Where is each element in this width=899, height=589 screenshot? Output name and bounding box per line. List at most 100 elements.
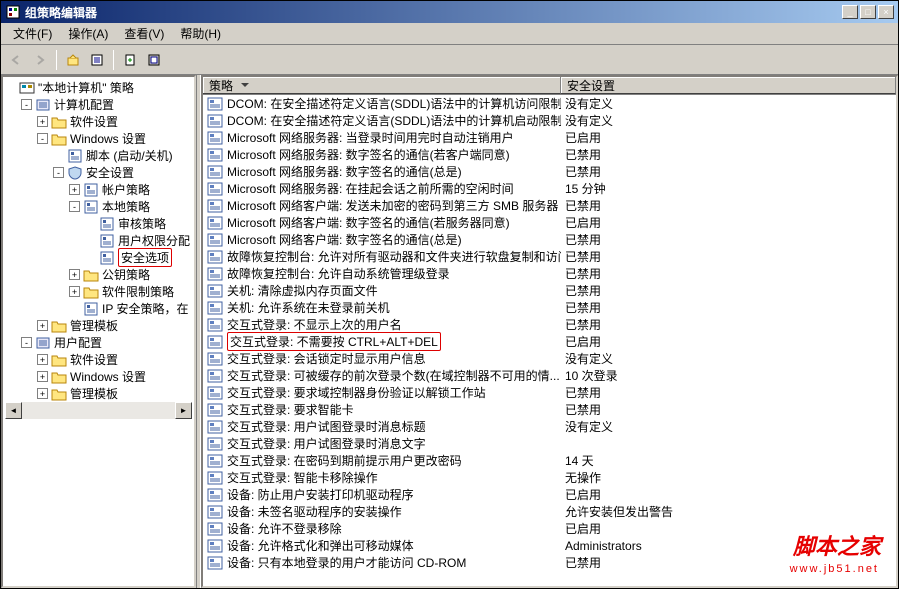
policy-row[interactable]: Microsoft 网络服务器: 数字签名的通信(若客户端同意)已禁用	[203, 146, 896, 163]
policy-row[interactable]: 交互式登录: 用户试图登录时消息文字	[203, 435, 896, 452]
policy-icon	[207, 114, 223, 128]
policy-cell: Microsoft 网络服务器: 在挂起会话之前所需的空闲时间	[203, 180, 561, 197]
tree-node-icon	[51, 132, 67, 146]
tree-software-settings2[interactable]: + 软件设置	[5, 351, 192, 368]
policy-row[interactable]: 关机: 清除虚拟内存页面文件已禁用	[203, 282, 896, 299]
tree-expander-icon[interactable]: +	[37, 388, 48, 399]
menu-action[interactable]: 操作(A)	[60, 23, 116, 44]
policy-row[interactable]: 设备: 允许格式化和弹出可移动媒体Administrators	[203, 537, 896, 554]
tree-ip-security[interactable]: IP 安全策略，在	[5, 300, 192, 317]
setting-cell: 没有定义	[561, 112, 896, 129]
tree-user-config[interactable]: - 用户配置	[5, 334, 192, 351]
setting-cell: 已禁用	[561, 248, 896, 265]
policy-row[interactable]: 交互式登录: 智能卡移除操作无操作	[203, 469, 896, 486]
tree-root[interactable]: "本地计算机" 策略	[5, 79, 192, 96]
policy-cell: DCOM: 在安全描述符定义语言(SDDL)语法中的计算机访问限制	[203, 95, 561, 112]
policy-cell: 交互式登录: 要求域控制器身份验证以解锁工作站	[203, 384, 561, 401]
tree-expander-icon[interactable]: +	[37, 354, 48, 365]
policy-icon	[207, 182, 223, 196]
tree-expander-icon[interactable]: +	[37, 320, 48, 331]
policy-row[interactable]: 交互式登录: 要求智能卡已禁用	[203, 401, 896, 418]
close-button[interactable]: ×	[878, 5, 894, 19]
tree-account-policies[interactable]: +帐户策略	[5, 181, 192, 198]
policy-row[interactable]: 交互式登录: 不显示上次的用户名已禁用	[203, 316, 896, 333]
menu-file[interactable]: 文件(F)	[5, 23, 60, 44]
policy-row[interactable]: 交互式登录: 可被缓存的前次登录个数(在域控制器不可用的情...10 次登录	[203, 367, 896, 384]
tree-expander-icon[interactable]: +	[69, 269, 80, 280]
tree-scripts[interactable]: 脚本 (启动/关机)	[5, 147, 192, 164]
tree-expander-icon[interactable]: -	[37, 133, 48, 144]
list-panel: 策略 安全设置 DCOM: 在安全描述符定义语言(SDDL)语法中的计算机访问限…	[201, 75, 898, 588]
tree-security-settings[interactable]: -安全设置	[5, 164, 192, 181]
tree-node-icon	[19, 81, 35, 95]
policy-row[interactable]: Microsoft 网络客户端: 发送未加密的密码到第三方 SMB 服务器已禁用	[203, 197, 896, 214]
policy-row[interactable]: DCOM: 在安全描述符定义语言(SDDL)语法中的计算机访问限制没有定义	[203, 95, 896, 112]
policy-row[interactable]: Microsoft 网络服务器: 当登录时间用完时自动注销用户已启用	[203, 129, 896, 146]
tree-expander-icon[interactable]: -	[21, 99, 32, 110]
tree-label: 软件限制策略	[102, 283, 174, 300]
refresh-button[interactable]	[143, 49, 165, 71]
policy-row[interactable]: Microsoft 网络服务器: 数字签名的通信(总是)已禁用	[203, 163, 896, 180]
maximize-button[interactable]: □	[860, 5, 876, 19]
tree-expander-icon[interactable]: +	[37, 116, 48, 127]
tree-admin-templates[interactable]: +管理模板	[5, 317, 192, 334]
menu-view[interactable]: 查看(V)	[116, 23, 172, 44]
policy-cell: Microsoft 网络客户端: 数字签名的通信(总是)	[203, 231, 561, 248]
policy-cell: 交互式登录: 不显示上次的用户名	[203, 316, 561, 333]
setting-cell: 已禁用	[561, 265, 896, 282]
tree-windows-settings[interactable]: -Windows 设置	[5, 130, 192, 147]
tree-security-options[interactable]: 安全选项	[5, 249, 192, 266]
policy-row[interactable]: 故障恢复控制台: 允许对所有驱动器和文件夹进行软盘复制和访问已禁用	[203, 248, 896, 265]
policy-row[interactable]: 设备: 允许不登录移除已启用	[203, 520, 896, 537]
tree-expander-icon[interactable]: -	[53, 167, 64, 178]
tree-label: 软件设置	[70, 351, 118, 368]
tree-expander-icon[interactable]: -	[69, 201, 80, 212]
policy-row[interactable]: 设备: 未签名驱动程序的安装操作允许安装但发出警告	[203, 503, 896, 520]
tree-software-restriction[interactable]: + 软件限制策略	[5, 283, 192, 300]
minimize-button[interactable]: _	[842, 5, 858, 19]
policy-row[interactable]: 交互式登录: 不需要按 CTRL+ALT+DEL已启用	[203, 333, 896, 350]
tree-label: 脚本 (启动/关机)	[86, 147, 173, 164]
policy-row[interactable]: Microsoft 网络服务器: 在挂起会话之前所需的空闲时间15 分钟	[203, 180, 896, 197]
col-setting[interactable]: 安全设置	[561, 77, 896, 94]
tree-expander-icon[interactable]: -	[21, 337, 32, 348]
tree-panel[interactable]: "本地计算机" 策略-计算机配置 + 软件设置 -Windows 设置脚本 (启动/关…	[1, 75, 196, 588]
menu-help[interactable]: 帮助(H)	[172, 23, 229, 44]
tree-label: 公钥策略	[102, 266, 150, 283]
tree-local-policies[interactable]: -本地策略	[5, 198, 192, 215]
tree-scrollbar-h[interactable]: ◄►	[5, 402, 192, 419]
tree-label: 管理模板	[70, 385, 118, 402]
tree-expander-icon[interactable]: +	[69, 184, 80, 195]
tree-user-rights[interactable]: 用户权限分配	[5, 232, 192, 249]
export-button[interactable]	[119, 49, 141, 71]
policy-icon	[207, 454, 223, 468]
policy-row[interactable]: DCOM: 在安全描述符定义语言(SDDL)语法中的计算机启动限制没有定义	[203, 112, 896, 129]
col-policy[interactable]: 策略	[203, 77, 561, 94]
policy-row[interactable]: 关机: 允许系统在未登录前关机已禁用	[203, 299, 896, 316]
tree-audit-policy[interactable]: 审核策略	[5, 215, 192, 232]
tree-public-key[interactable]: + 公钥策略	[5, 266, 192, 283]
policy-row[interactable]: 交互式登录: 在密码到期前提示用户更改密码14 天	[203, 452, 896, 469]
policy-icon	[207, 522, 223, 536]
policy-row[interactable]: 设备: 防止用户安装打印机驱动程序已启用	[203, 486, 896, 503]
tree-expander-icon[interactable]: +	[69, 286, 80, 297]
policy-row[interactable]: 交互式登录: 用户试图登录时消息标题没有定义	[203, 418, 896, 435]
tree-expander-icon[interactable]: +	[37, 371, 48, 382]
policy-icon	[207, 301, 223, 315]
policy-row[interactable]: 交互式登录: 要求域控制器身份验证以解锁工作站已禁用	[203, 384, 896, 401]
properties-button[interactable]	[86, 49, 108, 71]
tree-label: 用户配置	[54, 334, 102, 351]
policy-row[interactable]: Microsoft 网络客户端: 数字签名的通信(总是)已禁用	[203, 231, 896, 248]
policy-icon	[207, 369, 223, 383]
tree-admin-templates2[interactable]: + 管理模板	[5, 385, 192, 402]
policy-row[interactable]: Microsoft 网络客户端: 数字签名的通信(若服务器同意)已启用	[203, 214, 896, 231]
tree-windows-settings2[interactable]: +Windows 设置	[5, 368, 192, 385]
tree-software-settings[interactable]: +软件设置	[5, 113, 192, 130]
tree-computer-config[interactable]: -计算机配置	[5, 96, 192, 113]
setting-cell: Administrators	[561, 539, 896, 553]
policy-row[interactable]: 故障恢复控制台: 允许自动系统管理级登录已禁用	[203, 265, 896, 282]
policy-row[interactable]: 设备: 只有本地登录的用户才能访问 CD-ROM已禁用	[203, 554, 896, 571]
up-button[interactable]	[62, 49, 84, 71]
list-body[interactable]: DCOM: 在安全描述符定义语言(SDDL)语法中的计算机访问限制没有定义DCO…	[203, 95, 896, 586]
policy-row[interactable]: 交互式登录: 会话锁定时显示用户信息没有定义	[203, 350, 896, 367]
